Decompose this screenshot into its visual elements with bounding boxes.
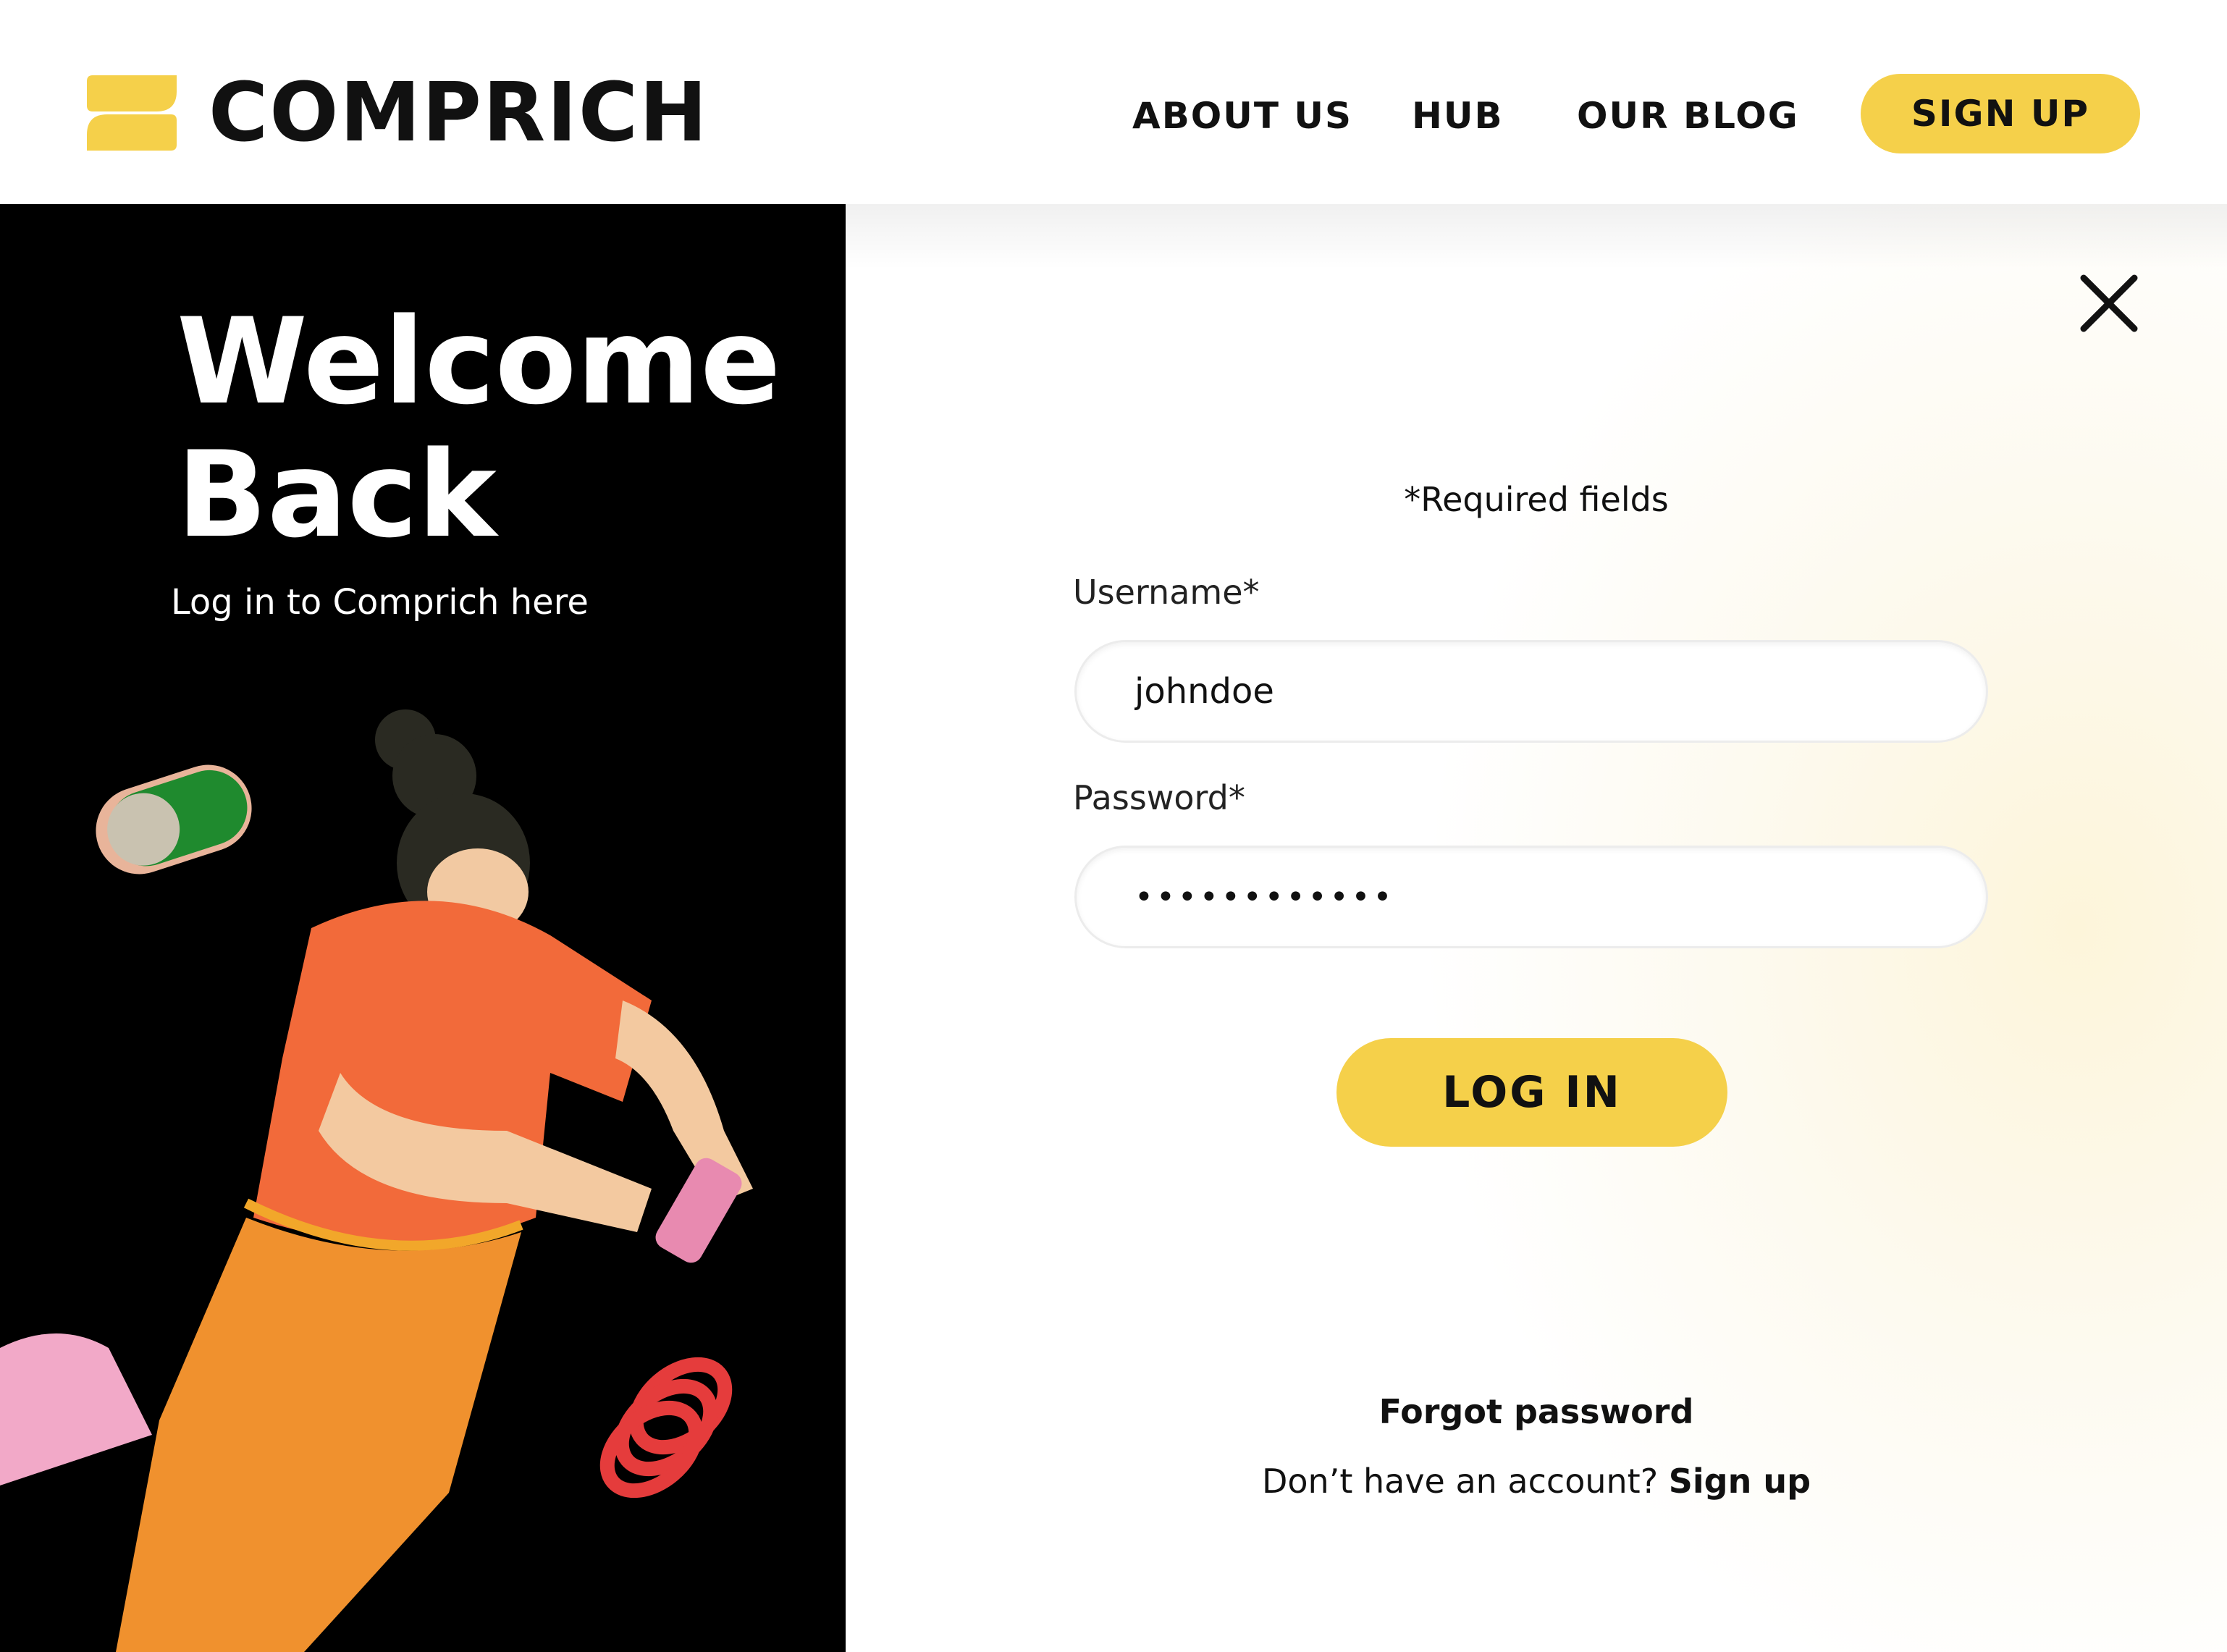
- spring-decoration: [599, 1357, 733, 1499]
- person-with-phone-illustration: [0, 709, 753, 1652]
- username-label: Username*: [1073, 573, 1260, 612]
- signup-button[interactable]: SIGN UP: [1861, 74, 2140, 153]
- welcome-title-line1: Welcome: [177, 292, 781, 431]
- welcome-title: Welcome Back: [177, 295, 781, 562]
- nav-about-us[interactable]: ABOUT US: [1132, 94, 1352, 138]
- brand-name[interactable]: COMPRICH: [209, 69, 709, 156]
- forgot-password-row: Forgot password: [846, 1391, 2227, 1432]
- pants: [116, 1218, 521, 1652]
- required-fields-note: *Required fields: [1404, 480, 1669, 519]
- toggle-pill-decoration: [96, 764, 252, 875]
- welcome-panel: Welcome Back Log in to Comprich here: [0, 204, 846, 1652]
- logo-icon[interactable]: [87, 75, 177, 151]
- header-shadow: [846, 204, 2227, 269]
- password-field[interactable]: [1074, 846, 1988, 948]
- shoe: [0, 1333, 152, 1485]
- nav-hub[interactable]: HUB: [1412, 94, 1504, 138]
- login-panel: *Required fields Username* Password* LOG…: [846, 204, 2227, 1652]
- no-account-text: Don’t have an account?: [1261, 1462, 1659, 1501]
- nav-our-blog[interactable]: OUR BLOG: [1577, 94, 1799, 138]
- signup-link[interactable]: Sign up: [1669, 1462, 1811, 1501]
- close-icon[interactable]: [2076, 271, 2142, 336]
- forgot-password-link[interactable]: Forgot password: [1379, 1392, 1694, 1431]
- username-field[interactable]: [1074, 640, 1988, 743]
- site-header: COMPRICH ABOUT US HUB OUR BLOG SIGN UP: [0, 0, 2227, 204]
- no-account-row: Don’t have an account? Sign up: [846, 1461, 2227, 1501]
- welcome-subtitle: Log in to Comprich here: [171, 582, 589, 623]
- password-label: Password*: [1073, 778, 1245, 817]
- welcome-title-line2: Back: [177, 426, 497, 564]
- login-button[interactable]: LOG IN: [1336, 1038, 1727, 1147]
